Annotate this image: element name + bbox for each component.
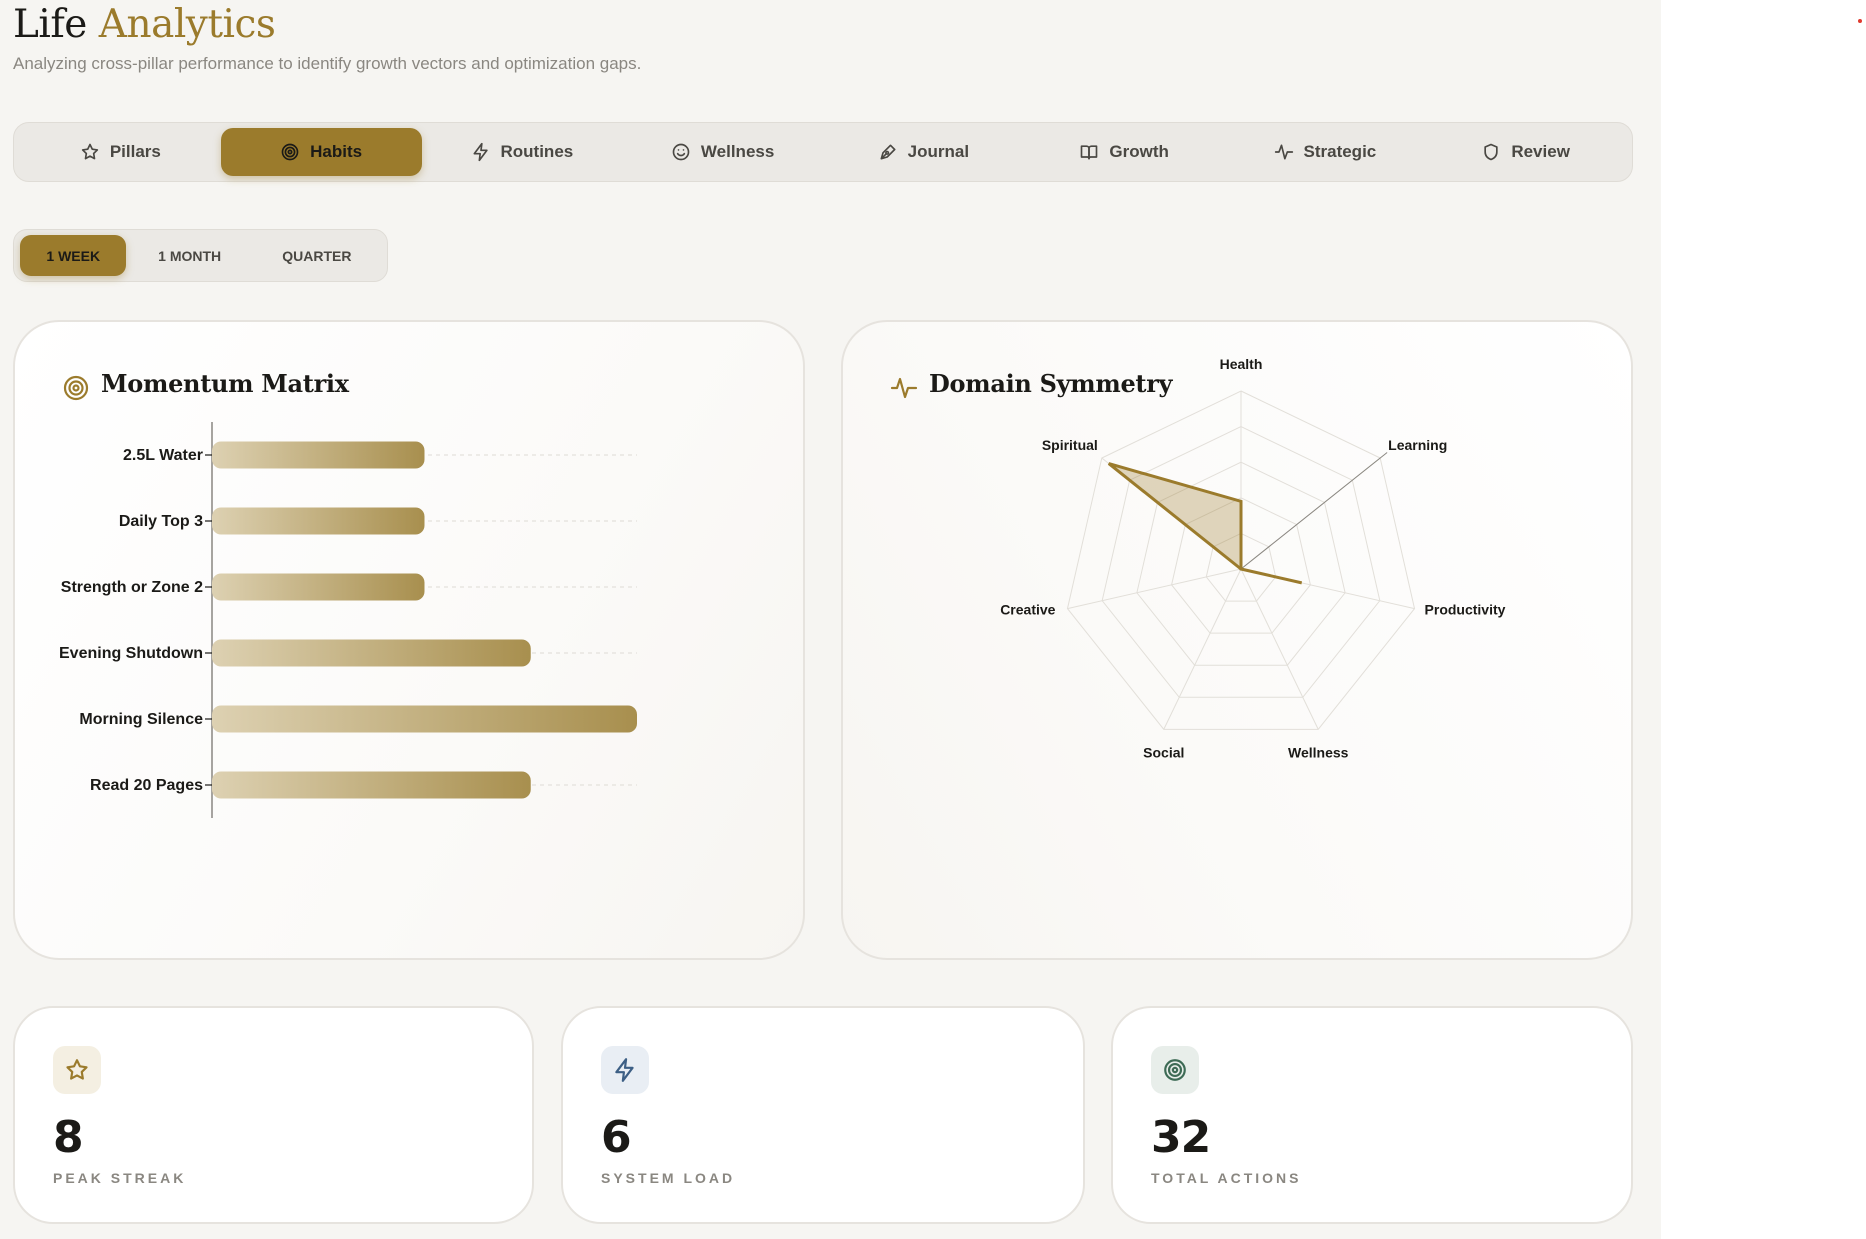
stat-value: 6 xyxy=(601,1112,632,1163)
y-tick-label: Strength or Zone 2 xyxy=(61,579,203,596)
range-week-button[interactable]: 1 WEEK xyxy=(20,235,127,276)
y-tick-label: Evening Shutdown xyxy=(59,645,203,662)
tab-pillars[interactable]: Pillars xyxy=(20,128,221,176)
tab-label: Strategic xyxy=(1303,142,1377,161)
stat-label: TOTAL ACTIONS xyxy=(1151,1170,1302,1186)
tab-growth[interactable]: Growth xyxy=(1024,128,1225,176)
momentum-matrix-card: Momentum Matrix 2.5L Water Daily Top 3 Str… xyxy=(13,320,805,960)
domain-radar-chart: Health Learning Productivity Wellness Social… xyxy=(1000,356,1506,760)
stat-card-system-load: 6 SYSTEM LOAD xyxy=(561,1006,1085,1224)
radar-axis-label: Productivity xyxy=(1425,602,1506,618)
tab-label: Pillars xyxy=(109,142,161,161)
radar-hover-line xyxy=(1240,452,1388,570)
radar-axis-label: Health xyxy=(1220,356,1263,372)
y-tick-label: Daily Top 3 xyxy=(119,513,203,530)
radar-axis-label: Wellness xyxy=(1288,744,1349,760)
radar-spoke xyxy=(1163,568,1242,730)
star-icon xyxy=(66,1059,88,1080)
tab-label: Habits xyxy=(310,142,363,161)
radar-spoke xyxy=(1067,568,1242,610)
y-tick-label: Morning Silence xyxy=(79,711,203,728)
bolt-icon xyxy=(473,142,488,162)
bar xyxy=(212,573,425,601)
stat-value: 8 xyxy=(53,1112,84,1163)
y-tick-label: 2.5L Water xyxy=(123,447,203,464)
star-icon xyxy=(81,143,99,160)
radar-axis-label: Social xyxy=(1143,744,1184,760)
tab-review[interactable]: Review xyxy=(1425,128,1626,176)
stat-label: PEAK STREAK xyxy=(53,1170,187,1186)
time-range-selector: 1 WEEK 1 MONTH QUARTER xyxy=(13,229,388,282)
stat-card-peak-streak: 8 PEAK STREAK xyxy=(13,1006,534,1224)
target-icon xyxy=(281,143,299,161)
smile-icon xyxy=(672,143,690,161)
page-subtitle: Analyzing cross-pillar performance to id… xyxy=(13,54,642,73)
stat-value: 32 xyxy=(1151,1112,1211,1163)
section-tabbar: Pillars Habits Routines Wellness Journal… xyxy=(13,122,1633,182)
bar xyxy=(212,705,637,733)
stat-label: SYSTEM LOAD xyxy=(601,1170,736,1186)
stat-icon-box xyxy=(601,1046,649,1094)
radar-spoke xyxy=(1240,568,1319,730)
tab-wellness[interactable]: Wellness xyxy=(622,128,823,176)
stat-icon-box xyxy=(1151,1046,1199,1094)
range-month-button[interactable]: 1 MONTH xyxy=(132,235,246,276)
tab-habits[interactable]: Habits xyxy=(220,128,422,176)
tab-label: Review xyxy=(1511,142,1570,161)
book-icon xyxy=(1081,145,1098,160)
y-tick-label: Read 20 Pages xyxy=(90,777,203,794)
stat-card-total-actions: 32 TOTAL ACTIONS xyxy=(1111,1006,1633,1224)
radar-axis-label: Spiritual xyxy=(1042,437,1098,453)
bar xyxy=(212,507,425,535)
tab-strategic[interactable]: Strategic xyxy=(1225,128,1426,176)
tab-journal[interactable]: Journal xyxy=(823,128,1024,176)
tab-label: Wellness xyxy=(700,142,775,161)
radar-axis-label: Creative xyxy=(1000,602,1055,618)
target-icon xyxy=(1164,1059,1186,1081)
status-dot xyxy=(1858,19,1862,23)
momentum-bar-chart: 2.5L Water Daily Top 3 Strength or Zone 2 E… xyxy=(59,422,637,818)
radar-axis-label: Learning xyxy=(1388,437,1447,453)
stat-icon-box xyxy=(53,1046,101,1094)
bolt-icon xyxy=(615,1058,634,1082)
page-title: Life Analytics xyxy=(13,2,276,47)
domain-symmetry-card: Domain Symmetry Health Learning Productivi… xyxy=(841,320,1633,960)
title-accent: Analytics xyxy=(98,2,276,47)
tab-label: Journal xyxy=(907,142,970,161)
tab-label: Growth xyxy=(1109,142,1169,161)
bar xyxy=(212,441,425,469)
app-window: Life Analytics Analyzing cross-pillar pe… xyxy=(0,0,1661,1239)
pen-icon xyxy=(880,144,896,160)
title-main: Life xyxy=(13,2,87,47)
range-quarter-button[interactable]: QUARTER xyxy=(253,235,381,276)
shield-icon xyxy=(1484,143,1498,161)
activity-icon xyxy=(1274,144,1293,160)
bar xyxy=(212,639,531,667)
tab-routines[interactable]: Routines xyxy=(422,128,623,176)
bar xyxy=(212,771,531,799)
tab-label: Routines xyxy=(500,142,574,161)
